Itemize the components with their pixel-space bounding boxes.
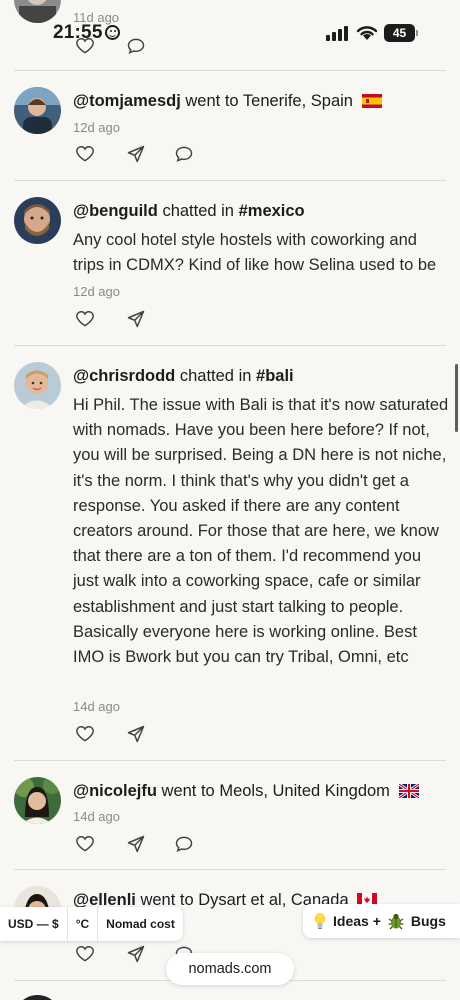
wifi-icon bbox=[356, 26, 378, 40]
chat-message: Hi Phil. The issue with Bali is that it'… bbox=[73, 396, 449, 667]
user-handle-link[interactable]: @tomjamesdj bbox=[73, 92, 181, 110]
comment-bubble-icon[interactable] bbox=[174, 144, 194, 164]
bugs-label: Bugs bbox=[410, 913, 446, 929]
like-heart-icon[interactable] bbox=[75, 834, 95, 854]
currency-selector[interactable]: USD — $ bbox=[0, 907, 68, 941]
like-heart-icon[interactable] bbox=[75, 309, 95, 329]
avatar[interactable] bbox=[14, 995, 61, 1000]
place-link[interactable]: Tenerife, Spain bbox=[243, 92, 353, 110]
activity-line: @benguild chatted in #mexico bbox=[73, 199, 449, 224]
item-actions bbox=[73, 834, 213, 856]
mobile-page: 11d ago @tomjamesdj went to Tenerife, Sp… bbox=[0, 0, 460, 1000]
divider bbox=[14, 70, 446, 71]
comment-bubble-icon[interactable] bbox=[174, 834, 194, 854]
uk-flag-icon bbox=[398, 784, 419, 798]
avatar[interactable] bbox=[14, 87, 61, 134]
temperature-unit-toggle[interactable]: °C bbox=[68, 907, 99, 941]
cellular-signal-icon bbox=[326, 25, 348, 41]
item-actions bbox=[73, 144, 213, 166]
bug-icon bbox=[388, 913, 404, 930]
avatar[interactable] bbox=[14, 777, 61, 824]
share-send-icon[interactable] bbox=[126, 144, 146, 164]
timestamp: 12d ago bbox=[73, 284, 120, 299]
settings-pill: USD — $ °C Nomad cost bbox=[0, 907, 183, 941]
avatar[interactable] bbox=[14, 197, 61, 244]
like-heart-icon[interactable] bbox=[75, 724, 95, 744]
item-actions bbox=[73, 724, 213, 746]
nomad-cost-toggle[interactable]: Nomad cost bbox=[98, 907, 183, 941]
activity-verb: chatted in bbox=[179, 367, 252, 385]
channel-link[interactable]: #mexico bbox=[239, 202, 305, 220]
activity-verb: went to bbox=[161, 782, 215, 800]
item-actions bbox=[73, 309, 213, 331]
site-url-pill[interactable]: nomads.com bbox=[166, 953, 294, 985]
chat-message: Any cool hotel style hostels with cowork… bbox=[73, 231, 437, 275]
spain-flag-icon bbox=[361, 94, 382, 108]
share-send-icon[interactable] bbox=[126, 309, 146, 329]
ideas-bugs-button[interactable]: Ideas + Bugs bbox=[303, 904, 460, 938]
like-heart-icon[interactable] bbox=[75, 944, 95, 964]
divider bbox=[14, 345, 446, 346]
activity-verb: went to bbox=[185, 92, 239, 110]
share-send-icon[interactable] bbox=[126, 834, 146, 854]
activity-line: @chrisrdodd chatted in #bali bbox=[73, 364, 449, 389]
activity-line: @tomjamesdj went to Tenerife, Spain bbox=[73, 89, 449, 114]
divider bbox=[14, 869, 446, 870]
place-link[interactable]: Meols, United Kingdom bbox=[219, 782, 390, 800]
timestamp: 14d ago bbox=[73, 699, 120, 714]
activity-line: @nicolejfu went to Meols, United Kingdom bbox=[73, 779, 449, 804]
like-heart-icon[interactable] bbox=[75, 144, 95, 164]
lightbulb-icon bbox=[314, 913, 326, 929]
share-send-icon[interactable] bbox=[126, 944, 146, 964]
timestamp: 14d ago bbox=[73, 809, 120, 824]
share-send-icon[interactable] bbox=[126, 724, 146, 744]
activity-verb: chatted in bbox=[162, 202, 234, 220]
focus-smiley-icon bbox=[105, 25, 120, 40]
clock-time: 21:55 bbox=[53, 22, 103, 43]
timestamp: 12d ago bbox=[73, 120, 120, 135]
user-handle-link[interactable]: @chrisrdodd bbox=[73, 367, 175, 385]
divider bbox=[14, 180, 446, 181]
user-handle-link[interactable]: @nicolejfu bbox=[73, 782, 157, 800]
divider bbox=[14, 760, 446, 761]
status-bar: 21:55 45 bbox=[0, 0, 460, 60]
battery-icon: 45 bbox=[384, 24, 418, 42]
avatar[interactable] bbox=[14, 362, 61, 409]
scrollbar[interactable] bbox=[455, 364, 458, 432]
ideas-label: Ideas + bbox=[333, 913, 381, 929]
channel-link[interactable]: #bali bbox=[256, 367, 294, 385]
user-handle-link[interactable]: @benguild bbox=[73, 202, 158, 220]
